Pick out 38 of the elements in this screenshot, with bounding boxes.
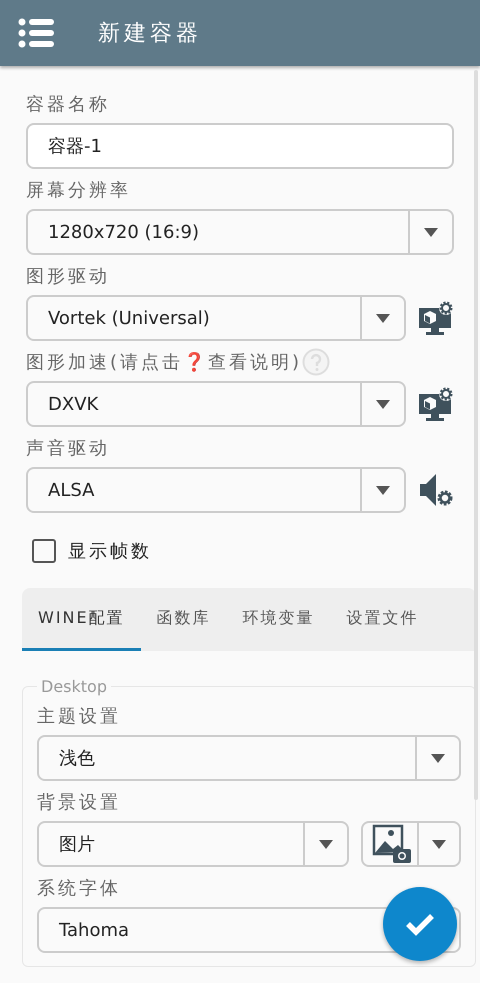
tab[interactable]: 函数库 [140,588,227,651]
checkbox-row[interactable]: 显示帧数 [32,536,152,566]
dropdown[interactable]: Vortek (Universal) [26,295,406,341]
field-label: 系统字体 [37,877,121,900]
dropdown[interactable]: 浅色 [37,735,461,781]
caret-icon [424,228,438,236]
field-label: 容器名称 [26,93,110,116]
field-label: 图形驱动 [26,265,110,288]
field-label: 图形加速(请点击❓查看说明) [26,351,302,374]
dropdown[interactable]: 1280x720 (16:9) [26,209,454,255]
caret-icon [376,400,390,408]
tab[interactable]: WINE配置 [22,588,141,651]
menu-icon[interactable] [18,18,54,48]
field-label: 屏幕分辨率 [26,179,131,202]
caret-icon [319,840,333,848]
confirm-button[interactable] [383,887,457,961]
tab[interactable]: 环境变量 [226,588,331,651]
field-label: 主题设置 [37,705,121,728]
text-field[interactable]: 容器-1 [26,123,454,169]
check-icon [405,912,435,936]
caret-icon [432,840,446,848]
dropdown[interactable]: 图片 [37,821,349,867]
checkbox[interactable] [32,539,56,563]
group-legend: Desktop [37,677,111,696]
dropdown[interactable]: ALSA [26,467,406,513]
tab[interactable]: 设置文件 [330,588,435,651]
speaker-settings-icon[interactable] [418,472,454,508]
caret-icon [431,754,445,762]
field-label: 声音驱动 [26,437,110,460]
app-title: 新建容器 [98,20,202,48]
image-camera-icon [371,824,411,864]
caret-icon [376,486,390,494]
dropdown[interactable]: DXVK [26,381,406,427]
monitor-settings-icon[interactable] [418,386,454,422]
image-picker-button[interactable] [361,821,461,867]
field-label: 背景设置 [37,791,121,814]
caret-icon [376,314,390,322]
monitor-settings-icon[interactable] [418,300,454,336]
